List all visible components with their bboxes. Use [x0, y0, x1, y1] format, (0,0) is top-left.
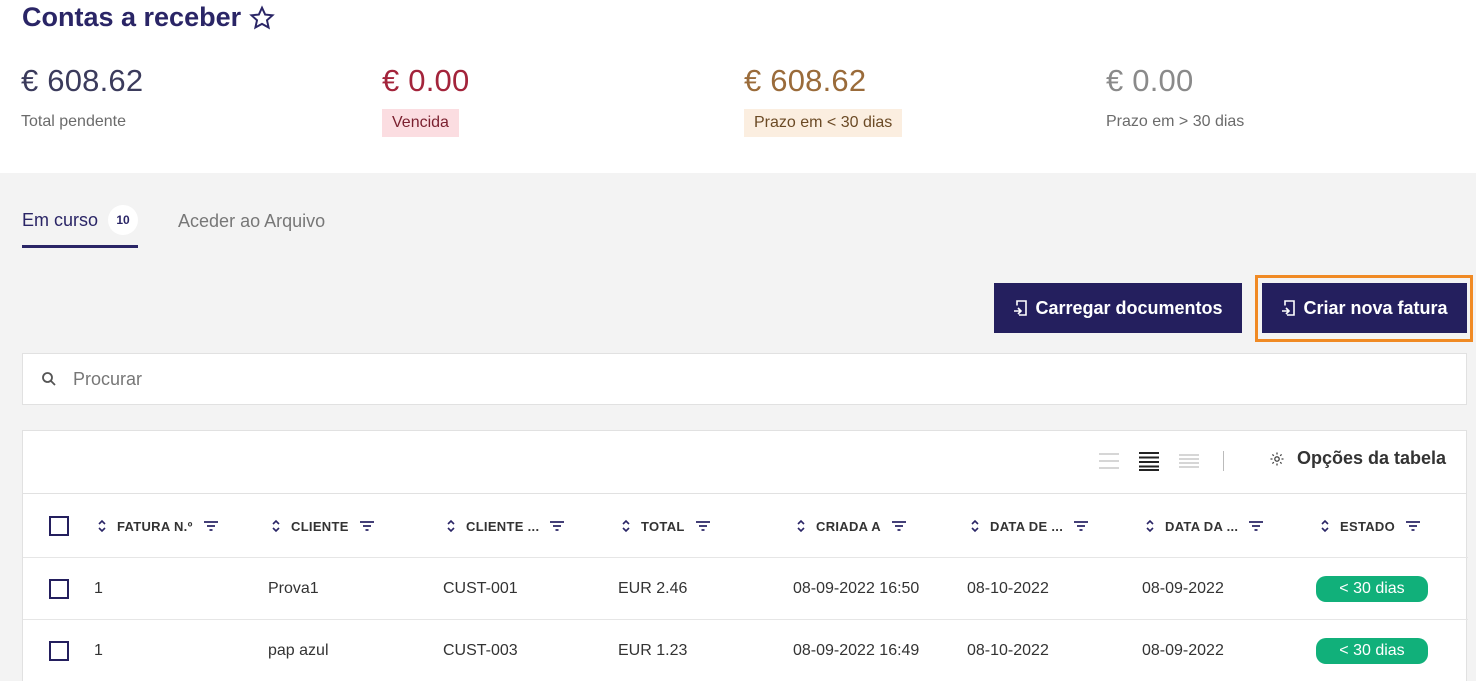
- column-header-status: ESTADO: [1320, 494, 1421, 558]
- tab-label: Aceder ao Arquivo: [178, 211, 326, 231]
- stat-label: Prazo em > 30 dias: [1106, 113, 1245, 130]
- cell-due-date: 08-10-2022: [967, 642, 1049, 659]
- table-row[interactable]: 1 pap azul CUST-003 EUR 1.23 08-09-2022 …: [23, 620, 1468, 681]
- select-all-checkbox[interactable]: [49, 516, 69, 536]
- filter-icon[interactable]: [1073, 520, 1089, 532]
- cell-invoice-date: 08-09-2022: [1142, 642, 1224, 659]
- cell-status: < 30 dias: [1316, 558, 1428, 620]
- cell-created-at: 08-09-2022 16:50: [793, 580, 920, 597]
- sort-icon[interactable]: [1145, 519, 1155, 533]
- table-header-row: FATURA N.º CLIENTE CLIENTE ... TOTAL CRI…: [23, 494, 1468, 558]
- cell-invoice-number: 1: [94, 580, 103, 597]
- row-checkbox[interactable]: [49, 641, 69, 661]
- status-badge: < 30 dias: [1316, 576, 1428, 602]
- column-header-label: CRIADA A: [816, 518, 881, 534]
- cell-invoice-number: 1: [94, 642, 103, 659]
- column-header-label: CLIENTE: [291, 518, 349, 534]
- stat-total-pending: € 608.62 Total pendente: [21, 63, 143, 131]
- tab-label: Em curso: [22, 209, 99, 230]
- search-icon: [42, 372, 56, 386]
- tab-em-curso[interactable]: Em curso 10: [22, 205, 139, 248]
- table-options-label: Opções da tabela: [1297, 448, 1447, 468]
- sort-icon[interactable]: [271, 519, 281, 533]
- density-compact-icon[interactable]: [1098, 451, 1120, 471]
- column-header-label: FATURA N.º: [117, 518, 193, 534]
- sort-icon[interactable]: [446, 519, 456, 533]
- stat-amount: € 608.62: [21, 63, 144, 98]
- sort-icon[interactable]: [97, 519, 107, 533]
- stat-amount: € 0.00: [1106, 63, 1194, 98]
- cell-client-id: CUST-001: [443, 580, 518, 597]
- stat-label: Total pendente: [21, 113, 126, 130]
- stat-badge: Vencida: [382, 109, 459, 137]
- cell-client: Prova1: [268, 580, 319, 597]
- table-options-button[interactable]: Opções da tabela: [1269, 448, 1446, 469]
- tab-archive[interactable]: Aceder ao Arquivo: [178, 205, 325, 248]
- status-badge: < 30 dias: [1316, 638, 1428, 664]
- stat-amount: € 608.62: [744, 63, 867, 98]
- stat-amount: € 0.00: [382, 63, 470, 98]
- cell-total: EUR 2.46: [618, 580, 688, 597]
- stat-due-under-30: € 608.62 Prazo em < 30 dias: [744, 63, 903, 137]
- button-label: Carregar documentos: [1035, 297, 1223, 318]
- column-header-label: DATA DA ...: [1165, 518, 1239, 534]
- column-header-label: TOTAL: [641, 518, 685, 534]
- stat-due-over-30: € 0.00 Prazo em > 30 dias: [1106, 63, 1244, 131]
- column-header-due-date: DATA DE ...: [970, 494, 1089, 558]
- toolbar-divider: [1223, 451, 1224, 471]
- filter-icon[interactable]: [203, 520, 219, 532]
- summary-panel: Contas a receber € 608.62 Total pendente…: [0, 0, 1476, 173]
- cell-client: pap azul: [268, 642, 329, 659]
- filter-icon[interactable]: [549, 520, 565, 532]
- column-header-client-id: CLIENTE ...: [446, 494, 565, 558]
- density-comfortable-icon[interactable]: [1178, 451, 1200, 471]
- filter-icon[interactable]: [1405, 520, 1421, 532]
- filter-icon[interactable]: [359, 520, 375, 532]
- sort-icon[interactable]: [970, 519, 980, 533]
- column-header-label: DATA DE ...: [990, 518, 1064, 534]
- page-title-text: Contas a receber: [22, 2, 242, 32]
- filter-icon[interactable]: [695, 520, 711, 532]
- cell-due-date: 08-10-2022: [967, 580, 1049, 597]
- column-header-label: ESTADO: [1340, 518, 1396, 534]
- sort-icon[interactable]: [1320, 519, 1330, 533]
- file-upload-icon: [1014, 300, 1028, 316]
- stat-overdue: € 0.00 Vencida: [382, 63, 469, 137]
- row-checkbox[interactable]: [49, 579, 69, 599]
- invoice-table: Opções da tabela FATURA N.º CLIENTE CLIE…: [22, 430, 1468, 681]
- sort-icon[interactable]: [796, 519, 806, 533]
- highlight-frame: [1255, 275, 1473, 342]
- cell-status: < 30 dias: [1316, 620, 1428, 681]
- cell-invoice-date: 08-09-2022: [1142, 580, 1224, 597]
- cell-client-id: CUST-003: [443, 642, 518, 659]
- gear-icon: [1270, 452, 1284, 465]
- page-title: Contas a receber: [22, 2, 275, 33]
- cell-total: EUR 1.23: [618, 642, 688, 659]
- table-toolbar: Opções da tabela: [23, 431, 1466, 494]
- tab-count-badge: 10: [108, 205, 139, 235]
- column-header-total: TOTAL: [621, 494, 711, 558]
- column-header-created-at: CRIADA A: [796, 494, 907, 558]
- upload-documents-button[interactable]: Carregar documentos: [994, 283, 1242, 333]
- column-header-client: CLIENTE: [271, 494, 375, 558]
- search-input[interactable]: [73, 368, 1373, 390]
- column-header-label: CLIENTE ...: [466, 518, 540, 534]
- table-row[interactable]: 1 Prova1 CUST-001 EUR 2.46 08-09-2022 16…: [23, 558, 1468, 620]
- column-header-invoice-date: DATA DA ...: [1145, 494, 1264, 558]
- sort-icon[interactable]: [621, 519, 631, 533]
- star-icon[interactable]: [249, 4, 275, 31]
- filter-icon[interactable]: [891, 520, 907, 532]
- column-header-invoice-number: FATURA N.º: [97, 494, 219, 558]
- density-standard-icon[interactable]: [1138, 451, 1160, 471]
- filter-icon[interactable]: [1248, 520, 1264, 532]
- stat-badge: Prazo em < 30 dias: [744, 109, 903, 137]
- tab-bar: Em curso 10 Aceder ao Arquivo: [22, 205, 325, 248]
- search-bar: [22, 353, 1467, 405]
- cell-created-at: 08-09-2022 16:49: [793, 642, 920, 659]
